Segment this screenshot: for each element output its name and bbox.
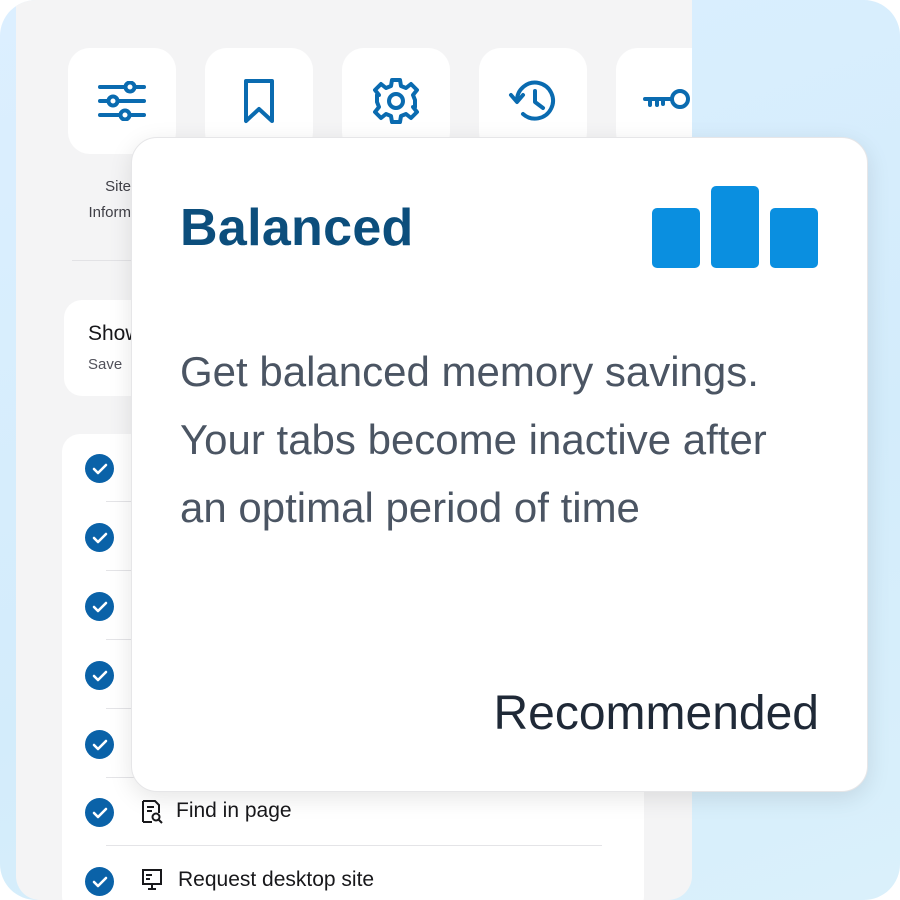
tile-label-line1: Site xyxy=(105,178,131,195)
app-frame: Site Inform Show Save Find in page Reque… xyxy=(0,0,900,900)
check-icon[interactable] xyxy=(85,798,114,827)
history-icon xyxy=(509,80,555,121)
list-item-request-desktop-site[interactable]: Request desktop site xyxy=(178,868,374,892)
check-icon[interactable] xyxy=(85,592,114,621)
sliders-icon xyxy=(98,81,146,121)
memory-saver-option-card[interactable]: Balanced Get balanced memory savings. Yo… xyxy=(131,137,868,792)
find-in-page-icon xyxy=(142,800,163,824)
tile-label-line2: Inform xyxy=(88,204,131,221)
check-icon[interactable] xyxy=(85,867,114,896)
recommended-label: Recommended xyxy=(493,687,820,740)
check-icon[interactable] xyxy=(85,454,114,483)
row-divider xyxy=(106,845,602,846)
check-icon[interactable] xyxy=(85,730,114,759)
gear-icon xyxy=(373,78,419,124)
desktop-icon xyxy=(142,869,162,890)
bar-level-icon xyxy=(652,186,818,268)
check-icon[interactable] xyxy=(85,523,114,552)
bookmark-icon xyxy=(244,79,274,123)
divider xyxy=(72,260,132,261)
option-description: Get balanced memory savings. Your tabs b… xyxy=(180,348,767,531)
check-icon[interactable] xyxy=(85,661,114,690)
option-title: Balanced xyxy=(180,199,414,257)
show-option-subtitle: Save xyxy=(88,356,123,373)
list-item-find-in-page[interactable]: Find in page xyxy=(176,799,292,823)
key-icon xyxy=(643,89,690,109)
